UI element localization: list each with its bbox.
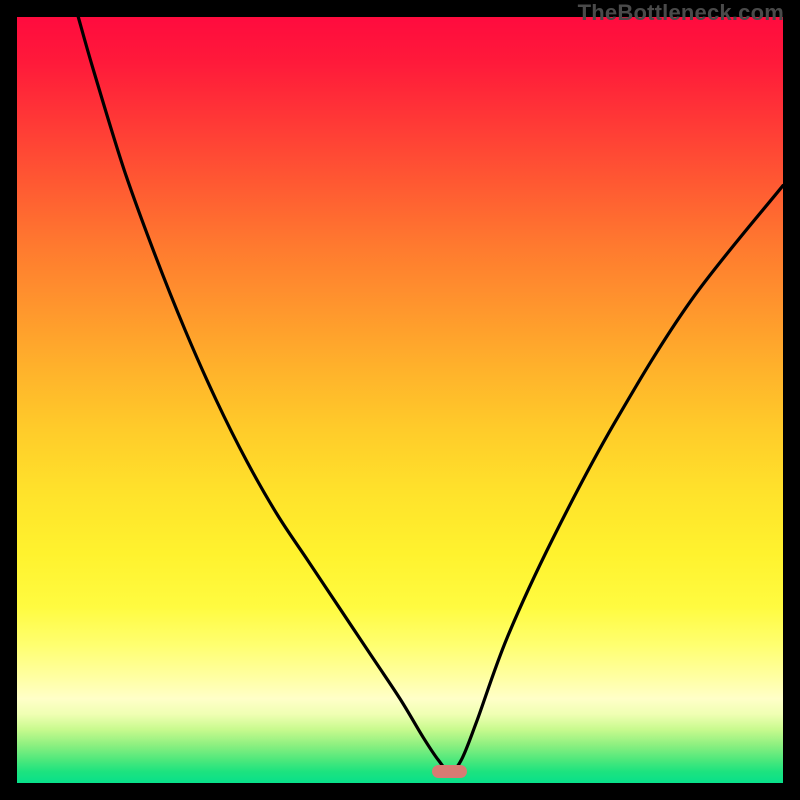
plot-area <box>17 17 783 783</box>
optimal-marker <box>432 765 467 779</box>
chart-frame: TheBottleneck.com <box>0 0 800 800</box>
watermark-text: TheBottleneck.com <box>578 0 784 26</box>
bottleneck-curve <box>17 17 783 783</box>
